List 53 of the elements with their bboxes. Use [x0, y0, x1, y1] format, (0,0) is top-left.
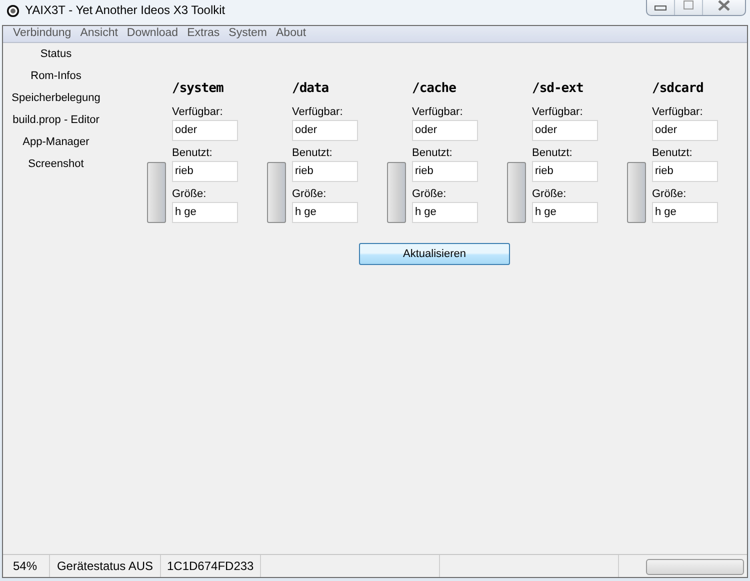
field-label: Verfügbar: [652, 105, 704, 120]
input-field[interactable]: oder [292, 120, 358, 141]
refresh-button[interactable]: Aktualisieren [359, 243, 510, 265]
field-label: Verfügbar: [532, 105, 584, 120]
device-status: Gerätestatus AUS [50, 555, 161, 577]
input-field[interactable]: rieb [652, 161, 718, 182]
field-label: Größe: [412, 187, 448, 202]
field-label: Größe: [652, 187, 688, 202]
field-label: Größe: [292, 187, 328, 202]
menu-item[interactable]: About [272, 26, 312, 42]
volume-title: /data [292, 80, 330, 98]
sidebar-item[interactable]: Status [40, 48, 72, 70]
menu-item[interactable]: Extras [183, 26, 225, 42]
status-percent: 54% [3, 555, 50, 577]
menu-item[interactable]: Ansicht [76, 26, 123, 42]
sidebar-item[interactable]: build.prop - Editor [12, 114, 100, 136]
sidebar-item[interactable]: Rom-Infos [30, 70, 82, 92]
app-logo-icon [7, 5, 19, 17]
input-field[interactable]: h ge [172, 202, 238, 223]
input-field[interactable]: rieb [292, 161, 358, 182]
field-label: Benutzt: [172, 146, 214, 161]
field-label: Verfügbar: [172, 105, 224, 120]
input-field[interactable]: oder [412, 120, 478, 141]
field-label: Größe: [532, 187, 568, 202]
device-serial: 1C1D674FD233 [161, 555, 261, 577]
input-field[interactable]: oder [532, 120, 598, 141]
input-field[interactable]: rieb [412, 161, 478, 182]
input-field[interactable]: oder [652, 120, 718, 141]
field-label: Verfügbar: [292, 105, 344, 120]
input-field[interactable]: h ge [292, 202, 358, 223]
menu-item[interactable]: System [224, 26, 272, 42]
window-title: YAIX3T - Yet Another Ideos X3 Toolkit [25, 3, 226, 17]
field-label: Verfügbar: [412, 105, 464, 120]
input-field[interactable]: oder [172, 120, 238, 141]
volume-title: /system [172, 80, 224, 98]
menu-item[interactable]: Verbindung [9, 26, 76, 42]
volume-title: /sd-ext [532, 80, 584, 98]
input-field[interactable]: rieb [532, 161, 598, 182]
field-label: Benutzt: [532, 146, 574, 161]
field-label: Benutzt: [652, 146, 694, 161]
sidebar-item[interactable]: Screenshot [28, 158, 84, 180]
volume-title: /cache [412, 80, 457, 98]
field-label: Benutzt: [292, 146, 334, 161]
sidebar-item[interactable]: Speicherbelegung [12, 92, 100, 114]
input-field[interactable]: h ge [652, 202, 718, 223]
sidebar-item[interactable]: App-Manager [22, 136, 90, 158]
volume-title: /sdcard [652, 80, 704, 98]
input-field[interactable]: rieb [172, 161, 238, 182]
field-label: Benutzt: [412, 146, 454, 161]
input-field[interactable]: h ge [532, 202, 598, 223]
input-field[interactable]: h ge [412, 202, 478, 223]
field-label: Größe: [172, 187, 208, 202]
menu-item[interactable]: Download [122, 26, 184, 42]
